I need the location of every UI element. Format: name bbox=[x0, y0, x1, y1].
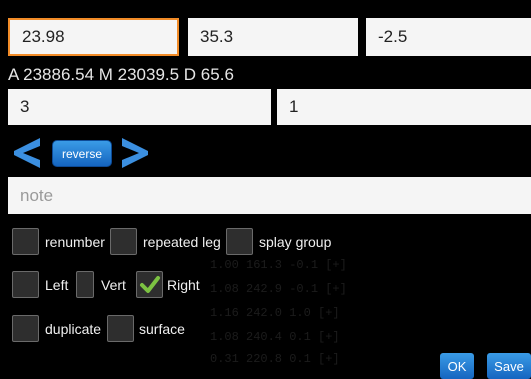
save-button[interactable]: Save bbox=[487, 353, 531, 379]
length-input[interactable]: 23.98 bbox=[8, 18, 179, 56]
left-label: Left bbox=[45, 277, 69, 293]
right-checkbox[interactable] bbox=[136, 271, 163, 298]
chevron-right-icon[interactable] bbox=[120, 136, 150, 170]
duplicate-label: duplicate bbox=[45, 321, 102, 337]
surface-label: surface bbox=[139, 321, 185, 337]
renumber-label: renumber bbox=[45, 234, 105, 250]
right-label: Right bbox=[167, 277, 200, 293]
repeated-leg-label: repeated leg bbox=[143, 234, 221, 250]
note-input[interactable]: note bbox=[8, 177, 531, 214]
clino-input[interactable]: -2.5 bbox=[366, 18, 531, 56]
splay-group-label: splay group bbox=[259, 234, 332, 250]
to-station-input[interactable]: 1 bbox=[277, 89, 531, 125]
left-checkbox[interactable] bbox=[12, 271, 39, 298]
ok-button[interactable]: OK bbox=[440, 353, 474, 379]
renumber-checkbox[interactable] bbox=[12, 228, 39, 255]
chevron-left-icon[interactable] bbox=[12, 136, 42, 170]
azimuth-input[interactable]: 35.3 bbox=[188, 18, 358, 56]
vert-checkbox[interactable] bbox=[76, 271, 94, 298]
vert-label: Vert bbox=[101, 277, 126, 293]
repeated-leg-checkbox[interactable] bbox=[110, 228, 137, 255]
survey-stats: A 23886.54 M 23039.5 D 65.6 bbox=[8, 65, 234, 84]
reverse-button[interactable]: reverse bbox=[52, 140, 112, 167]
splay-group-checkbox[interactable] bbox=[226, 228, 253, 255]
duplicate-checkbox[interactable] bbox=[12, 315, 39, 342]
surface-checkbox[interactable] bbox=[107, 315, 134, 342]
checkmark-icon bbox=[139, 275, 160, 293]
from-station-input[interactable]: 3 bbox=[8, 89, 271, 125]
